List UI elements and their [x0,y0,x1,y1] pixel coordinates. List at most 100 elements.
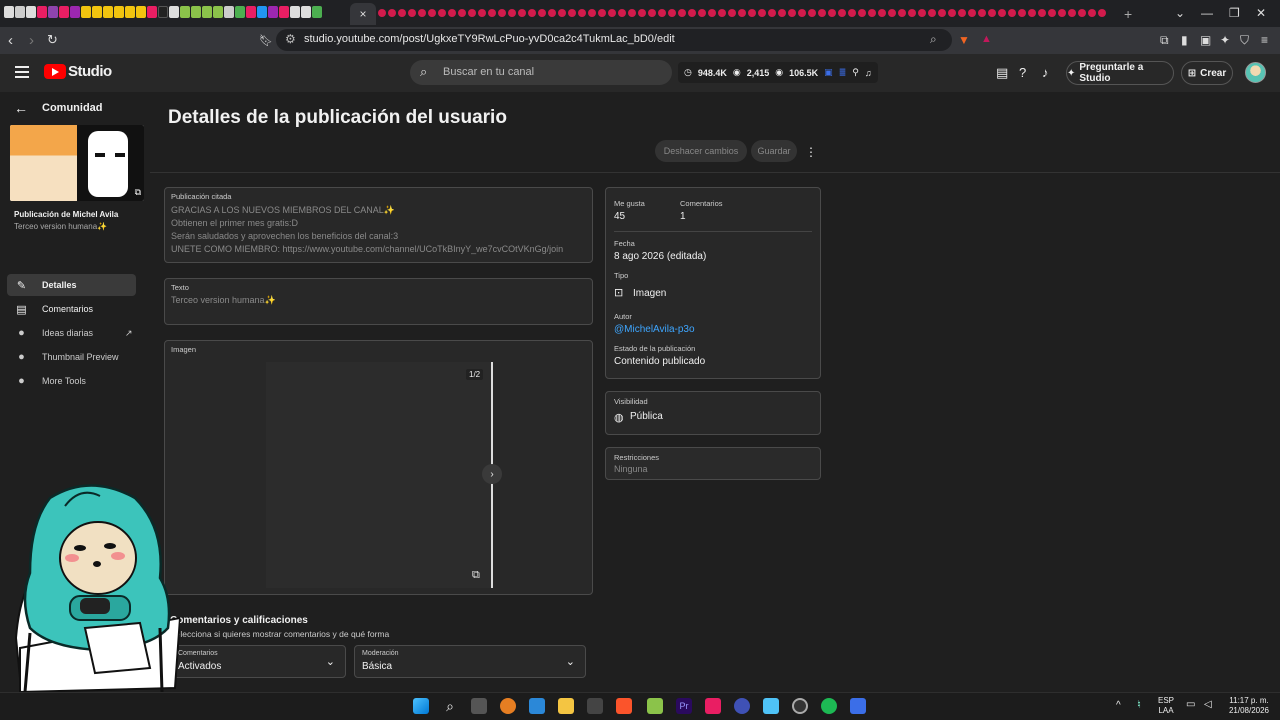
background-tab-icon[interactable] [1098,9,1106,17]
brave-shield-icon[interactable]: ▼ [958,33,970,47]
background-tab-icon[interactable] [948,9,956,17]
extensions-icon[interactable]: ⧉ [1160,33,1169,48]
background-tab-icon[interactable] [418,9,426,17]
file-explorer-icon[interactable] [558,698,574,714]
background-tab-icon[interactable] [648,9,656,17]
app-icon[interactable] [587,698,603,714]
background-tab-icon[interactable] [1038,9,1046,17]
post-image[interactable] [266,362,492,588]
background-tab-icon[interactable] [398,9,406,17]
extension-icon[interactable]: ▣ [824,67,833,78]
hamburger-menu-icon[interactable] [15,66,29,78]
youtube-logo-icon[interactable] [44,64,66,79]
tab-favicon[interactable] [136,6,146,18]
tab-favicon[interactable] [213,6,223,18]
app-icon[interactable] [647,698,663,714]
background-tab-icon[interactable] [408,9,416,17]
tab-favicon[interactable] [257,6,267,18]
feedback-icon[interactable]: ▤ [996,65,1008,81]
background-tab-icon[interactable] [758,9,766,17]
background-tab-icon[interactable] [1088,9,1096,17]
background-tab-icon[interactable] [508,9,516,17]
tab-favicon[interactable] [235,6,245,18]
notifications-icon[interactable]: ♪ [1042,65,1049,80]
language-indicator[interactable]: ESP LAA [1158,696,1174,716]
start-icon[interactable] [413,698,429,714]
tab-favicon[interactable] [268,6,278,18]
brave-icon[interactable] [616,698,632,714]
premiere-icon[interactable]: Pr [676,698,692,714]
tab-favicon[interactable] [114,6,124,18]
visibility-field[interactable]: Visibilidad ◍ Pública [605,391,821,435]
next-image-icon[interactable]: › [482,464,502,484]
address-bar[interactable]: ⚙ studio.youtube.com/post/UgkxeTY9RwLcPu… [276,29,952,51]
background-tab-icon[interactable] [518,9,526,17]
app-icon[interactable] [734,698,750,714]
background-tab-icon[interactable] [738,9,746,17]
background-tab-icon[interactable] [1018,9,1026,17]
background-tab-icon[interactable] [778,9,786,17]
create-button[interactable]: ⊞ Crear [1181,61,1233,85]
tab-favicon[interactable] [290,6,300,18]
background-tab-icon[interactable] [958,9,966,17]
tab-favicon[interactable] [169,6,179,18]
sidebar-item-thumbnail-preview[interactable]: ● Thumbnail Preview [7,346,136,368]
background-tab-icon[interactable] [498,9,506,17]
background-tab-icon[interactable] [928,9,936,17]
sidebar-item-comments[interactable]: ▤ Comentarios [7,298,136,320]
task-view-icon[interactable] [471,698,487,714]
sidebar-item-ideas[interactable]: ● Ideas diarias ↗ [7,322,136,344]
pinned-tabs[interactable] [4,6,322,20]
channel-search[interactable]: ⌕ Buscar en tu canal [410,60,672,85]
background-tab-icon[interactable] [468,9,476,17]
save-button[interactable]: Guardar [751,140,797,162]
more-options-icon[interactable]: ⋮ [805,145,817,159]
background-tab-icon[interactable] [448,9,456,17]
background-tab-icon[interactable] [638,9,646,17]
notepad-icon[interactable] [763,698,779,714]
undo-button[interactable]: Deshacer cambios [655,140,747,162]
background-tab-icon[interactable] [578,9,586,17]
tab-favicon[interactable] [59,6,69,18]
background-tab-icon[interactable] [1078,9,1086,17]
background-tab-icon[interactable] [698,9,706,17]
background-tab-icon[interactable] [528,9,536,17]
background-tab-icon[interactable] [428,9,436,17]
bell-small-icon[interactable]: ♫ [865,68,872,78]
obs-icon[interactable] [792,698,808,714]
quoted-line[interactable]: UNETE COMO MIEMBRO: https://www.youtube.… [171,243,563,256]
background-tab-icon[interactable] [488,9,496,17]
background-tab-icon[interactable] [618,9,626,17]
minimize-icon[interactable]: — [1201,6,1213,20]
sidebar-item-details[interactable]: ✎ Detalles [7,274,136,296]
background-tab-icon[interactable] [558,9,566,17]
tab-favicon[interactable] [180,6,190,18]
background-tab-icon[interactable] [708,9,716,17]
background-tab-icon[interactable] [478,9,486,17]
menu-icon[interactable]: ≡ [1261,33,1268,47]
url-text[interactable]: studio.youtube.com/post/UgkxeTY9RwLcPuo-… [304,33,675,45]
extension-icon[interactable]: ⚲ [852,67,859,78]
background-tab-icon[interactable] [608,9,616,17]
active-tab[interactable]: × [350,3,376,25]
app-icon[interactable] [705,698,721,714]
tab-search-icon[interactable]: ⌄ [1175,6,1185,20]
tab-favicon[interactable] [301,6,311,18]
gallery-icon[interactable]: ⧉ [472,569,480,582]
background-tab-icon[interactable] [748,9,756,17]
wallet-icon[interactable]: ▣ [1200,33,1211,47]
tab-favicon[interactable] [4,6,14,18]
tab-favicon[interactable] [224,6,234,18]
background-tab-icon[interactable] [728,9,736,17]
background-tab-icon[interactable] [1058,9,1066,17]
ask-studio-button[interactable]: ✦ Preguntarle a Studio [1066,61,1174,85]
tab-favicon[interactable] [312,6,322,18]
background-tab-icon[interactable] [938,9,946,17]
background-tab-icon[interactable] [688,9,696,17]
background-tab-icon[interactable] [1068,9,1076,17]
tab-favicon[interactable] [246,6,256,18]
network-icon[interactable]: ▭ [1186,700,1195,710]
background-tab-icon[interactable] [678,9,686,17]
background-tab-icon[interactable] [838,9,846,17]
tab-favicon[interactable] [37,6,47,18]
